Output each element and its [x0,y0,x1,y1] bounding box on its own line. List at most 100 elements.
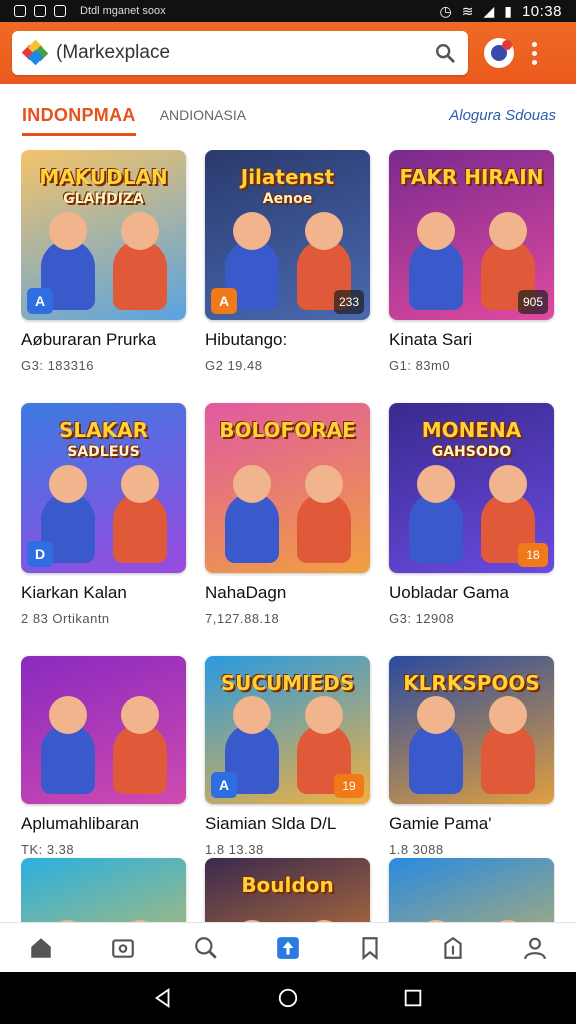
search-icon[interactable] [434,42,456,64]
character-illustration [409,493,463,563]
character-illustration [481,724,535,794]
game-thumbnail[interactable]: Bouldon [205,858,370,922]
nav-wallet[interactable] [103,928,143,968]
game-card[interactable]: BOLOFORAE NahaDagn 7,127.88.18 [205,403,370,626]
game-meta: G3: 12908 [389,611,455,626]
game-card[interactable]: FAKR HIRAIN 905 Kinata Sari G1: 83m0 [389,150,554,373]
game-card[interactable]: SUCUMIEDS A 19 Siamian Slda D/L 1.8 13.38 [205,656,370,857]
search-icon [194,936,217,959]
wifi-icon: ≋ [461,2,474,19]
character-illustration [305,696,343,734]
game-card[interactable]: SLAKAR SADLEUS D Kiarkan Kalan 2 83 Ortikant… [21,403,186,626]
character-illustration [417,212,455,250]
account-avatar-button[interactable] [484,38,514,68]
game-meta: 2 83 Ortikantn [21,611,110,626]
rating-pill: 18 [518,543,548,567]
game-meta: TK: 3.38 [21,842,75,857]
game-meta: 1.8 3088 [389,842,444,857]
game-title[interactable]: Aplumahlibaran [21,814,186,834]
search-bar[interactable]: (Markexplace [12,31,468,75]
game-artwork-title: SUCUMIEDS [220,671,355,695]
status-notification-text: Dtdl mganet soox [80,5,166,17]
game-thumbnail[interactable]: SLAKAR SADLEUS D [21,403,186,573]
game-artwork-title: SLAKAR SADLEUS [29,419,178,463]
nav-home[interactable] [21,928,61,968]
game-thumbnail[interactable]: KLRKSPOOS [389,656,554,804]
game-meta: 7,127.88.18 [205,611,280,626]
game-card[interactable] [389,858,554,922]
app-logo-icon [21,39,49,66]
character-illustration [305,465,343,503]
character-illustration [113,724,167,794]
signal-icon: ◢ [483,2,495,19]
game-card[interactable] [21,858,186,922]
game-thumbnail[interactable]: SUCUMIEDS A 19 [205,656,370,804]
game-artwork-subtitle: GLAHDIZA [63,191,144,207]
game-artwork-title: Jilatenst Aenoe [213,166,362,210]
game-title[interactable]: Aøburaran Prurka [21,330,186,350]
app-badge-icon: A [211,288,237,314]
game-grid: MAKUDLAN GLAHDIZA A Aøburaran Prurka G3: 183… [21,150,555,922]
game-card[interactable]: Jilatenst Aenoe A 233 Hibutango: G2 19.48 [205,150,370,373]
see-all-link[interactable]: Alogura Sdouas [449,107,556,124]
character-illustration [121,465,159,503]
system-navigation-bar [0,972,576,1024]
nav-upload[interactable] [268,928,308,968]
game-title[interactable]: Gamie Pama' [389,814,554,834]
game-thumbnail[interactable]: BOLOFORAE [205,403,370,573]
game-title[interactable]: Uobladar Gama [389,583,554,603]
game-thumbnail[interactable]: Jilatenst Aenoe A 233 [205,150,370,320]
game-thumbnail[interactable]: FAKR HIRAIN 905 [389,150,554,320]
rating-pill: 905 [517,290,548,314]
game-card[interactable]: Bouldon [205,858,370,922]
game-title[interactable]: Kinata Sari [389,330,554,350]
game-title[interactable]: Kiarkan Kalan [21,583,186,603]
game-card[interactable]: MAKUDLAN GLAHDIZA A Aøburaran Prurka G3: 183… [21,150,186,373]
character-illustration [417,465,455,503]
home-circle-icon[interactable] [277,987,299,1009]
game-card[interactable]: Aplumahlibaran TK: 3.38 [21,656,186,857]
app-badge-icon: A [211,772,237,798]
app-badge-icon: D [27,541,53,567]
game-title[interactable]: Hibutango: [205,330,370,350]
notification-icon [14,5,26,17]
nav-info[interactable] [433,928,473,968]
game-thumbnail[interactable] [389,858,554,922]
game-card[interactable]: MONENA GAHSODO 18 Uobladar Gama G3: 12908 [389,403,554,626]
game-thumbnail[interactable] [21,656,186,804]
tab-primary[interactable]: INDONPMAA [22,105,136,136]
game-thumbnail[interactable]: MONENA GAHSODO 18 [389,403,554,573]
game-title[interactable]: NahaDagn [205,583,370,603]
nav-bookmark[interactable] [350,928,390,968]
nav-search[interactable] [186,928,226,968]
notification-icon [54,5,66,17]
character-illustration [305,212,343,250]
game-artwork-subtitle: SADLEUS [67,444,140,460]
game-artwork-title: FAKR HIRAIN [399,165,544,189]
category-tabs: INDONPMAA ANDIONASIA Alogura Sdouas [22,100,556,136]
character-illustration [113,240,167,310]
character-illustration [113,493,167,563]
more-options-icon[interactable] [532,41,538,65]
bottom-navigation [0,922,576,972]
character-illustration [233,212,271,250]
character-illustration [49,212,87,250]
back-icon[interactable] [152,987,174,1009]
game-meta: G3: 183316 [21,358,94,373]
nav-profile[interactable] [515,928,555,968]
game-meta: 1.8 13.38 [205,842,264,857]
game-thumbnail[interactable]: MAKUDLAN GLAHDIZA A [21,150,186,320]
status-time: 10:38 [521,2,562,20]
tab-secondary[interactable]: ANDIONASIA [160,107,246,123]
status-bar: Dtdl mganet soox ◷ ≋ ◢ ▮ 10:38 [0,0,576,22]
game-thumbnail[interactable] [21,858,186,922]
character-illustration [233,465,271,503]
game-title[interactable]: Siamian Slda D/L [205,814,370,834]
game-card[interactable]: KLRKSPOOS Gamie Pama' 1.8 3088 [389,656,554,857]
bookmark-icon [362,936,378,960]
recents-icon[interactable] [402,987,424,1009]
notification-dot [502,40,512,50]
search-input[interactable]: (Markexplace [56,42,434,64]
info-icon [443,936,462,959]
game-artwork-title: Bouldon [241,873,334,897]
